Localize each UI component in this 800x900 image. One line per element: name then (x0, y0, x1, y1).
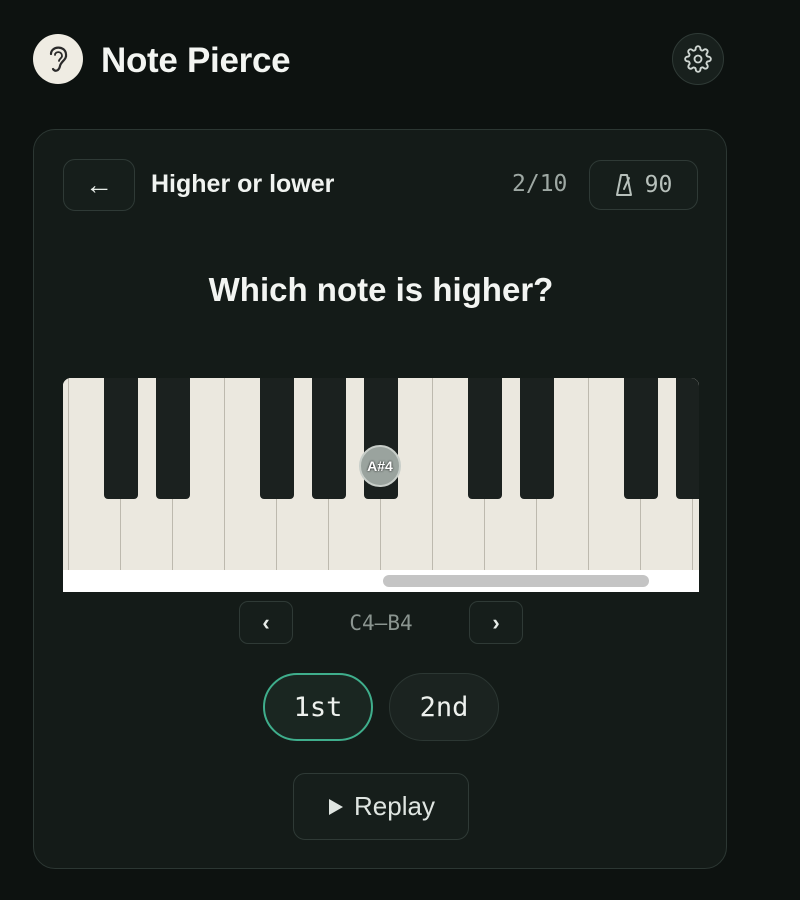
octave-range: C4–B4 (349, 611, 413, 635)
progress-counter: 2/10 (512, 171, 568, 197)
replay-label: Replay (354, 791, 435, 821)
octave-next-button[interactable]: › (469, 601, 523, 644)
black-key[interactable] (676, 378, 699, 499)
black-key[interactable] (624, 378, 658, 499)
answer-second-button[interactable]: 2nd (389, 673, 499, 741)
exercise-title: Higher or lower (151, 170, 335, 198)
ear-icon (33, 34, 83, 84)
black-key[interactable] (468, 378, 502, 499)
piano-keyboard: A#4 (63, 378, 699, 592)
keyboard-scrollbar[interactable] (63, 570, 699, 592)
metronome-icon (615, 174, 632, 196)
exercise-card: ← Higher or lower 2/10 90 Which note is … (33, 129, 727, 869)
app-header: Note Pierce (33, 33, 725, 85)
app-title: Note Pierce (101, 41, 291, 80)
black-key[interactable] (520, 378, 554, 499)
scrollbar-thumb[interactable] (383, 575, 649, 587)
answer-first-button[interactable]: 1st (263, 673, 373, 741)
replay-button[interactable]: Replay (293, 773, 469, 840)
tempo-button[interactable]: 90 (589, 160, 698, 210)
gear-icon (684, 45, 712, 73)
black-key[interactable] (104, 378, 138, 499)
piano-keys: A#4 (63, 378, 699, 570)
play-icon (329, 798, 344, 815)
octave-prev-button[interactable]: ‹ (239, 601, 293, 644)
app-root: Note Pierce ← Higher or lower 2/10 90 Wh… (0, 0, 800, 900)
question-text: Which note is higher? (208, 271, 554, 308)
settings-button[interactable] (672, 33, 724, 85)
tempo-value: 90 (644, 172, 673, 198)
black-key[interactable] (156, 378, 190, 499)
back-button[interactable]: ← (63, 159, 135, 211)
highlighted-note-marker: A#4 (359, 445, 401, 487)
black-key[interactable] (312, 378, 346, 499)
black-key[interactable] (260, 378, 294, 499)
